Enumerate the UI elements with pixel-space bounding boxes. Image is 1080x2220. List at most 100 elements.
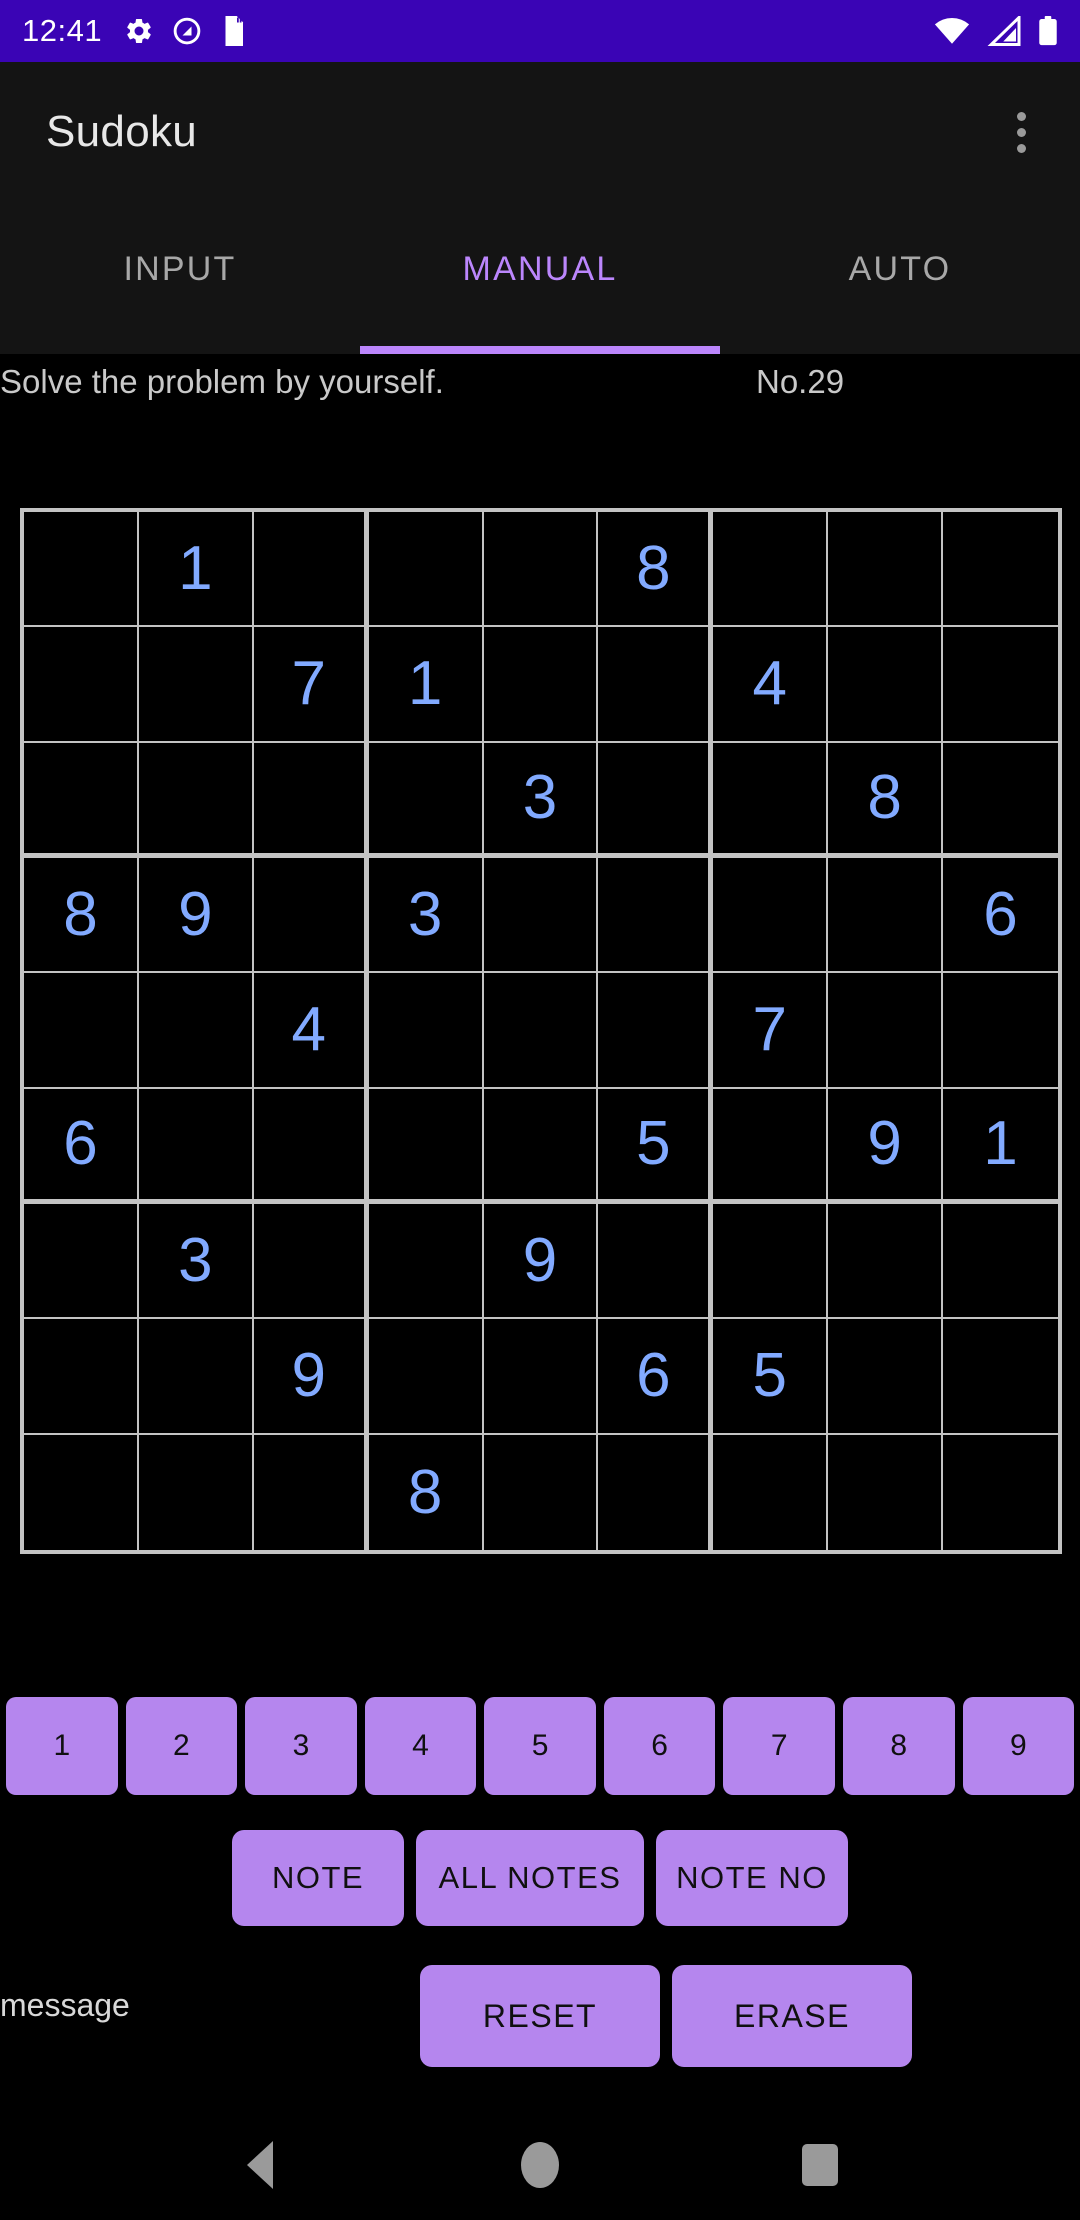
sudoku-cell-r8c8[interactable] bbox=[828, 1319, 944, 1435]
sudoku-cell-r2c5[interactable] bbox=[483, 627, 599, 743]
numpad-button-3[interactable]: 3 bbox=[245, 1697, 357, 1795]
sudoku-cell-r3c1[interactable] bbox=[24, 742, 139, 858]
numpad-button-5[interactable]: 5 bbox=[484, 1697, 596, 1795]
sudoku-cell-r3c5[interactable]: 3 bbox=[483, 742, 599, 858]
numpad-button-7[interactable]: 7 bbox=[723, 1697, 835, 1795]
sudoku-cell-r2c8[interactable] bbox=[828, 627, 944, 743]
sudoku-cell-r1c4[interactable] bbox=[368, 512, 484, 628]
sudoku-cell-r5c6[interactable] bbox=[598, 973, 714, 1089]
sudoku-cell-r8c6[interactable]: 6 bbox=[598, 1319, 714, 1435]
numpad-button-4[interactable]: 4 bbox=[364, 1697, 477, 1795]
sudoku-cell-r7c1[interactable] bbox=[24, 1204, 139, 1320]
sudoku-cell-r3c2[interactable] bbox=[138, 742, 254, 858]
sudoku-cell-r6c7[interactable] bbox=[713, 1088, 829, 1204]
sudoku-cell-r4c1[interactable]: 8 bbox=[24, 858, 139, 974]
sudoku-cell-r5c3[interactable]: 4 bbox=[253, 973, 369, 1089]
erase-button[interactable]: ERASE bbox=[672, 1965, 912, 2067]
tab-manual[interactable]: MANUAL bbox=[360, 202, 720, 354]
all-notes-button[interactable]: ALL NOTES bbox=[416, 1830, 644, 1926]
sudoku-cell-r1c6[interactable]: 8 bbox=[598, 512, 714, 628]
reset-button[interactable]: RESET bbox=[420, 1965, 660, 2067]
sudoku-cell-r8c9[interactable] bbox=[943, 1319, 1058, 1435]
numpad-button-8[interactable]: 8 bbox=[842, 1697, 955, 1795]
sudoku-cell-r1c3[interactable] bbox=[253, 512, 369, 628]
tab-input[interactable]: INPUT bbox=[0, 202, 360, 354]
sudoku-cell-r5c8[interactable] bbox=[828, 973, 944, 1089]
sudoku-cell-r9c5[interactable] bbox=[483, 1434, 599, 1550]
sudoku-cell-r4c9[interactable]: 6 bbox=[943, 858, 1058, 974]
back-icon[interactable] bbox=[200, 2110, 320, 2220]
sudoku-cell-r3c8[interactable]: 8 bbox=[828, 742, 944, 858]
sudoku-cell-r2c4[interactable]: 1 bbox=[368, 627, 484, 743]
sudoku-cell-r2c1[interactable] bbox=[24, 627, 139, 743]
sudoku-cell-r7c7[interactable] bbox=[713, 1204, 829, 1320]
sudoku-cell-r3c3[interactable] bbox=[253, 742, 369, 858]
note-no-button[interactable]: NOTE NO bbox=[656, 1830, 848, 1926]
sudoku-cell-r7c6[interactable] bbox=[598, 1204, 714, 1320]
sudoku-cell-r4c2[interactable]: 9 bbox=[138, 858, 254, 974]
sudoku-cell-r5c5[interactable] bbox=[483, 973, 599, 1089]
sudoku-cell-r4c8[interactable] bbox=[828, 858, 944, 974]
overflow-menu-icon[interactable] bbox=[1005, 100, 1038, 165]
sudoku-cell-r8c7[interactable]: 5 bbox=[713, 1319, 829, 1435]
sudoku-cell-r6c8[interactable]: 9 bbox=[828, 1088, 944, 1204]
sudoku-cell-r1c2[interactable]: 1 bbox=[138, 512, 254, 628]
sudoku-cell-r2c3[interactable]: 7 bbox=[253, 627, 369, 743]
tab-auto[interactable]: AUTO bbox=[720, 202, 1080, 354]
sudoku-cell-r7c3[interactable] bbox=[253, 1204, 369, 1320]
sudoku-cell-r7c9[interactable] bbox=[943, 1204, 1058, 1320]
sudoku-cell-r1c1[interactable] bbox=[24, 512, 139, 628]
sudoku-cell-r7c8[interactable] bbox=[828, 1204, 944, 1320]
sudoku-cell-r7c5[interactable]: 9 bbox=[483, 1204, 599, 1320]
sudoku-cell-r7c4[interactable] bbox=[368, 1204, 484, 1320]
sudoku-cell-r6c1[interactable]: 6 bbox=[24, 1088, 139, 1204]
sudoku-cell-r3c4[interactable] bbox=[368, 742, 484, 858]
sudoku-cell-r4c6[interactable] bbox=[598, 858, 714, 974]
sudoku-cell-r9c6[interactable] bbox=[598, 1434, 714, 1550]
sudoku-cell-r6c9[interactable]: 1 bbox=[943, 1088, 1058, 1204]
sudoku-cell-r4c5[interactable] bbox=[483, 858, 599, 974]
sudoku-cell-r4c7[interactable] bbox=[713, 858, 829, 974]
sudoku-cell-r3c6[interactable] bbox=[598, 742, 714, 858]
sudoku-cell-r4c4[interactable]: 3 bbox=[368, 858, 484, 974]
sudoku-cell-r8c1[interactable] bbox=[24, 1319, 139, 1435]
sudoku-cell-r9c1[interactable] bbox=[24, 1434, 139, 1550]
numpad-button-9[interactable]: 9 bbox=[962, 1697, 1075, 1795]
sudoku-cell-r1c8[interactable] bbox=[828, 512, 944, 628]
sudoku-cell-r1c5[interactable] bbox=[483, 512, 599, 628]
numpad-button-2[interactable]: 2 bbox=[125, 1697, 238, 1795]
sudoku-cell-r5c2[interactable] bbox=[138, 973, 254, 1089]
sudoku-cell-r2c2[interactable] bbox=[138, 627, 254, 743]
sudoku-cell-r5c9[interactable] bbox=[943, 973, 1058, 1089]
sudoku-cell-r2c9[interactable] bbox=[943, 627, 1058, 743]
sudoku-cell-r4c3[interactable] bbox=[253, 858, 369, 974]
sudoku-cell-r8c5[interactable] bbox=[483, 1319, 599, 1435]
sudoku-cell-r8c3[interactable]: 9 bbox=[253, 1319, 369, 1435]
sudoku-cell-r5c7[interactable]: 7 bbox=[713, 973, 829, 1089]
sudoku-cell-r9c7[interactable] bbox=[713, 1434, 829, 1550]
sudoku-cell-r8c4[interactable] bbox=[368, 1319, 484, 1435]
sudoku-cell-r9c3[interactable] bbox=[253, 1434, 369, 1550]
sudoku-cell-r3c7[interactable] bbox=[713, 742, 829, 858]
numpad-button-6[interactable]: 6 bbox=[603, 1697, 716, 1795]
sudoku-cell-r2c7[interactable]: 4 bbox=[713, 627, 829, 743]
sudoku-cell-r6c5[interactable] bbox=[483, 1088, 599, 1204]
sudoku-cell-r8c2[interactable] bbox=[138, 1319, 254, 1435]
sudoku-cell-r6c2[interactable] bbox=[138, 1088, 254, 1204]
recents-icon[interactable] bbox=[760, 2110, 880, 2220]
sudoku-cell-r6c6[interactable]: 5 bbox=[598, 1088, 714, 1204]
sudoku-cell-r5c1[interactable] bbox=[24, 973, 139, 1089]
sudoku-cell-r9c9[interactable] bbox=[943, 1434, 1058, 1550]
sudoku-cell-r9c2[interactable] bbox=[138, 1434, 254, 1550]
sudoku-cell-r5c4[interactable] bbox=[368, 973, 484, 1089]
numpad-button-1[interactable]: 1 bbox=[6, 1697, 118, 1795]
sudoku-cell-r7c2[interactable]: 3 bbox=[138, 1204, 254, 1320]
sudoku-cell-r1c7[interactable] bbox=[713, 512, 829, 628]
sudoku-cell-r2c6[interactable] bbox=[598, 627, 714, 743]
sudoku-cell-r1c9[interactable] bbox=[943, 512, 1058, 628]
note-button[interactable]: NOTE bbox=[232, 1830, 404, 1926]
sudoku-cell-r9c8[interactable] bbox=[828, 1434, 944, 1550]
sudoku-cell-r3c9[interactable] bbox=[943, 742, 1058, 858]
home-icon[interactable] bbox=[480, 2110, 600, 2220]
sudoku-cell-r6c4[interactable] bbox=[368, 1088, 484, 1204]
